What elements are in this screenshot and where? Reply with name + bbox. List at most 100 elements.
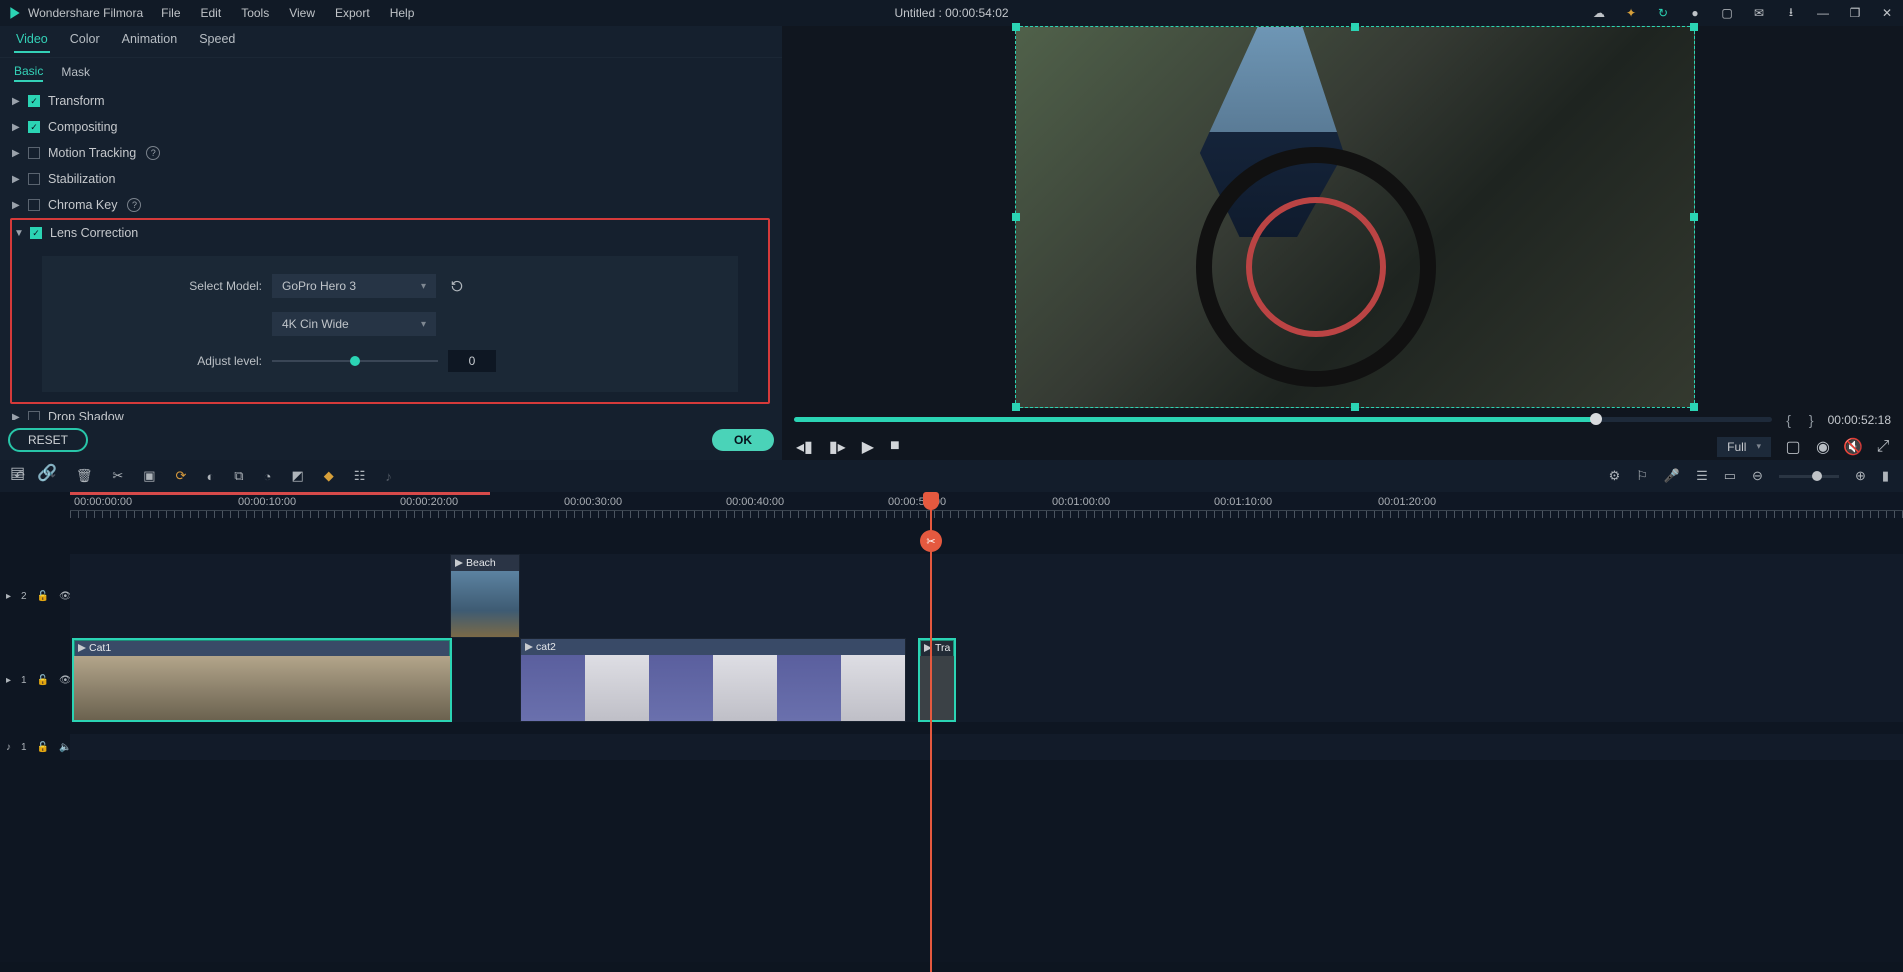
scissor-icon[interactable]: ✂ bbox=[920, 530, 942, 552]
tab-mask[interactable]: Mask bbox=[61, 63, 90, 81]
menu-help[interactable]: Help bbox=[390, 6, 415, 20]
tab-speed[interactable]: Speed bbox=[197, 32, 237, 52]
link-icon[interactable]: 🔗 bbox=[37, 463, 57, 483]
snapshot-icon[interactable]: ◉ bbox=[1815, 439, 1831, 455]
mark-out-icon[interactable]: } bbox=[1805, 412, 1818, 428]
tab-animation[interactable]: Animation bbox=[120, 32, 180, 52]
menu-file[interactable]: File bbox=[161, 6, 180, 20]
menu-view[interactable]: View bbox=[289, 6, 315, 20]
prop-lens-correction[interactable]: ▼ Lens Correction bbox=[12, 220, 768, 246]
checkbox-drop-shadow[interactable] bbox=[28, 411, 40, 420]
resize-handle[interactable] bbox=[1690, 403, 1698, 411]
crop-display-icon[interactable]: ▢ bbox=[1785, 439, 1801, 455]
color-icon[interactable]: ◐ bbox=[206, 469, 214, 484]
reset-model-icon[interactable] bbox=[446, 275, 468, 297]
checkbox-transform[interactable] bbox=[28, 95, 40, 107]
lock-icon[interactable]: 🔓 bbox=[37, 742, 49, 753]
crop-icon[interactable]: ▣ bbox=[143, 468, 155, 484]
motion-track-icon[interactable]: ◩ bbox=[291, 468, 303, 484]
stop-icon[interactable]: ■ bbox=[890, 437, 900, 457]
mark-in-icon[interactable]: { bbox=[1782, 412, 1795, 428]
timeline-options-icon[interactable]: ▤ bbox=[10, 463, 25, 483]
preview-frame[interactable] bbox=[1015, 26, 1695, 408]
clip-cat1[interactable]: Cat1 bbox=[72, 638, 452, 722]
resize-handle[interactable] bbox=[1012, 213, 1020, 221]
lock-icon[interactable]: 🔓 bbox=[37, 675, 49, 686]
prop-chroma-key[interactable]: ▶ Chroma Key ? bbox=[10, 192, 770, 218]
audio-icon[interactable]: ♪ bbox=[385, 469, 392, 484]
lock-icon[interactable]: 🔓 bbox=[37, 591, 49, 602]
zoom-fit-icon[interactable]: ▮ bbox=[1882, 468, 1889, 484]
notifications-icon[interactable]: ✉ bbox=[1751, 5, 1767, 21]
render-icon[interactable]: ⚙ bbox=[1609, 468, 1621, 484]
lightbulb-icon[interactable]: ✦ bbox=[1623, 5, 1639, 21]
select-lens-profile[interactable]: 4K Cin Wide ▾ bbox=[272, 312, 436, 336]
delete-icon[interactable]: 🗑 bbox=[76, 468, 93, 484]
checkbox-motion-tracking[interactable] bbox=[28, 147, 40, 159]
playhead-handle[interactable] bbox=[923, 492, 939, 510]
time-ruler[interactable]: 00:00:00:00 00:00:10:00 00:00:20:00 00:0… bbox=[70, 492, 1903, 518]
speed-icon[interactable]: ⟳ bbox=[176, 468, 187, 484]
prop-motion-tracking[interactable]: ▶ Motion Tracking ? bbox=[10, 140, 770, 166]
input-adjust-level[interactable]: 0 bbox=[448, 350, 496, 372]
resize-handle[interactable] bbox=[1690, 23, 1698, 31]
clip-cat2[interactable]: cat2 bbox=[520, 638, 906, 722]
fullscreen-icon[interactable]: ⤢ bbox=[1875, 439, 1891, 455]
progress-thumb[interactable] bbox=[1590, 413, 1602, 425]
track-body[interactable] bbox=[70, 734, 1903, 760]
sync-icon[interactable]: ↻ bbox=[1655, 5, 1671, 21]
prop-drop-shadow[interactable]: ▶ Drop Shadow bbox=[10, 404, 770, 420]
play-icon[interactable]: ▶ bbox=[862, 437, 874, 457]
slider-adjust-level[interactable] bbox=[272, 360, 438, 362]
tab-basic[interactable]: Basic bbox=[14, 62, 43, 82]
playhead[interactable]: ✂ bbox=[930, 492, 932, 972]
checkbox-chroma-key[interactable] bbox=[28, 199, 40, 211]
ok-button[interactable]: OK bbox=[712, 429, 774, 451]
voiceover-icon[interactable]: 🎤 bbox=[1664, 468, 1680, 484]
checkbox-compositing[interactable] bbox=[28, 121, 40, 133]
menu-tools[interactable]: Tools bbox=[241, 6, 269, 20]
green-screen-icon[interactable]: ⧉ bbox=[234, 468, 243, 484]
progress-track[interactable] bbox=[794, 417, 1772, 422]
slider-thumb[interactable] bbox=[350, 356, 360, 366]
checkbox-stabilization[interactable] bbox=[28, 173, 40, 185]
help-icon[interactable]: ? bbox=[127, 198, 141, 212]
reset-button[interactable]: RESET bbox=[8, 428, 88, 452]
tab-video[interactable]: Video bbox=[14, 32, 50, 52]
zoom-thumb[interactable] bbox=[1812, 471, 1822, 481]
mute-icon[interactable]: 🔇 bbox=[1845, 439, 1861, 455]
save-icon[interactable]: ▢ bbox=[1719, 5, 1735, 21]
prop-compositing[interactable]: ▶ Compositing bbox=[10, 114, 770, 140]
track-body[interactable]: Beach bbox=[70, 554, 1903, 638]
speed-ramp-icon[interactable]: ◔ bbox=[264, 469, 272, 484]
record-icon[interactable]: ▭ bbox=[1724, 468, 1736, 484]
zoom-out-icon[interactable]: ⊖ bbox=[1752, 468, 1763, 484]
checkbox-lens-correction[interactable] bbox=[30, 227, 42, 239]
cut-icon[interactable]: ✂ bbox=[112, 468, 123, 484]
zoom-slider[interactable] bbox=[1779, 475, 1839, 478]
cloud-icon[interactable]: ☁ bbox=[1591, 5, 1607, 21]
quality-dropdown[interactable]: Full ▾ bbox=[1717, 437, 1771, 457]
clip-beach[interactable]: Beach bbox=[450, 554, 520, 638]
close-icon[interactable]: ✕ bbox=[1879, 5, 1895, 21]
prop-stabilization[interactable]: ▶ Stabilization bbox=[10, 166, 770, 192]
user-icon[interactable]: ● bbox=[1687, 5, 1703, 21]
resize-handle[interactable] bbox=[1012, 403, 1020, 411]
resize-handle[interactable] bbox=[1012, 23, 1020, 31]
mixer-icon[interactable]: ☰ bbox=[1696, 468, 1708, 484]
keyframe-icon[interactable]: ◆ bbox=[324, 468, 334, 484]
resize-handle[interactable] bbox=[1351, 403, 1359, 411]
menu-edit[interactable]: Edit bbox=[201, 6, 222, 20]
minimize-icon[interactable]: — bbox=[1815, 5, 1831, 21]
maximize-icon[interactable]: ❐ bbox=[1847, 5, 1863, 21]
select-camera-model[interactable]: GoPro Hero 3 ▾ bbox=[272, 274, 436, 298]
zoom-in-icon[interactable]: ⊕ bbox=[1855, 468, 1866, 484]
clip-trap[interactable]: Tra bbox=[918, 638, 956, 722]
download-icon[interactable]: ⭳ bbox=[1783, 5, 1799, 21]
step-back-icon[interactable]: ◂▮ bbox=[796, 437, 813, 457]
help-icon[interactable]: ? bbox=[146, 146, 160, 160]
marker-icon[interactable]: ⚐ bbox=[1636, 468, 1648, 484]
track-body[interactable]: Cat1 cat2 Tra bbox=[70, 638, 1903, 722]
adjust-icon[interactable]: ☷ bbox=[354, 468, 366, 484]
menu-export[interactable]: Export bbox=[335, 6, 370, 20]
